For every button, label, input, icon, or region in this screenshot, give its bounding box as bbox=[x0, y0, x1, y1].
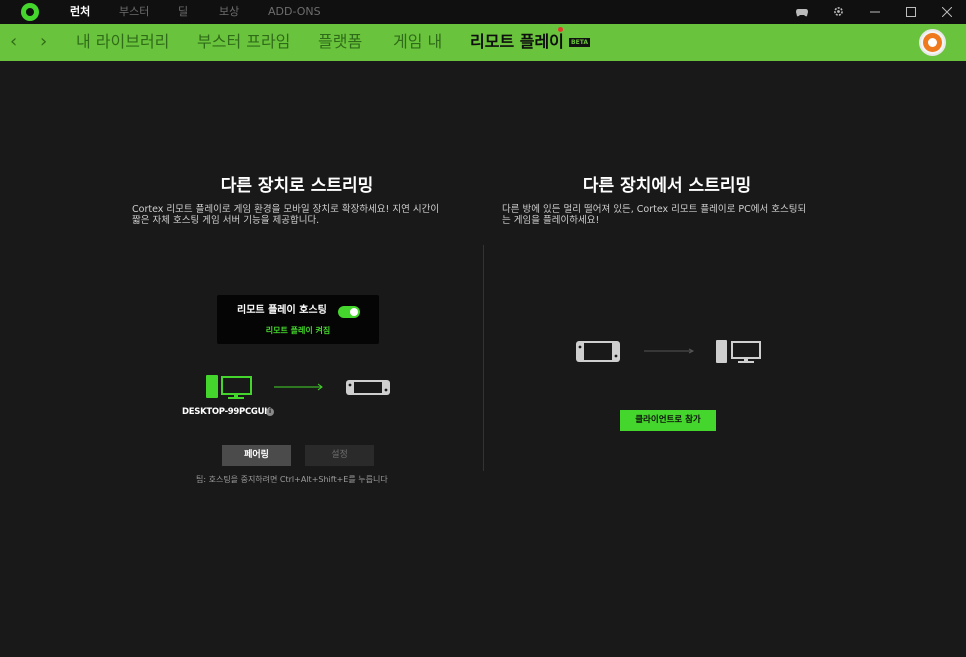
join-as-client-button[interactable]: 클라이언트로 참가 bbox=[620, 410, 716, 431]
hosting-tip: 팁: 호스팅을 중지하려면 Ctrl+Alt+Shift+E를 누릅니다 bbox=[196, 475, 388, 484]
hosting-status: 리모트 플레이 켜짐 bbox=[265, 326, 331, 335]
settings-button[interactable]: 설정 bbox=[305, 445, 374, 466]
tab-rewards[interactable]: 보상 bbox=[219, 5, 239, 19]
nav-booster-prime[interactable]: 부스터 프라임 bbox=[197, 32, 290, 52]
gamepad-icon[interactable] bbox=[794, 5, 810, 19]
hosting-toggle[interactable] bbox=[338, 306, 360, 318]
stream-to-device-description: Cortex 리모트 플레이로 게임 환경을 모바일 장치로 확장하세요! 지연… bbox=[132, 204, 440, 226]
minimize-icon[interactable] bbox=[867, 5, 883, 19]
nav-my-library[interactable]: 내 라이브러리 bbox=[76, 32, 169, 52]
stream-from-device-title: 다른 장치에서 스트리밍 bbox=[582, 176, 752, 196]
tab-addons[interactable]: ADD-ONS bbox=[268, 5, 321, 19]
arrow-right-icon bbox=[644, 348, 695, 354]
info-icon[interactable]: i bbox=[266, 408, 274, 416]
stream-to-device-title: 다른 장치로 스트리밍 bbox=[220, 176, 374, 196]
beta-badge: BETA bbox=[569, 38, 590, 47]
stream-from-device-description: 다른 방에 있든 멀리 떨어져 있든, Cortex 리모트 플레이로 PC에서… bbox=[502, 204, 807, 226]
remote-play-nav-bar: ‹ › 내 라이브러리 부스터 프라임 플랫폼 게임 내 리모트 플레이 bbox=[0, 24, 966, 61]
handheld-icon bbox=[576, 341, 620, 362]
pc-green-icon bbox=[206, 375, 252, 399]
nav-remote-play[interactable]: 리모트 플레이 bbox=[470, 32, 564, 52]
forward-arrow-icon[interactable]: › bbox=[40, 32, 47, 52]
panel-divider bbox=[483, 245, 484, 471]
back-arrow-icon[interactable]: ‹ bbox=[10, 32, 17, 52]
user-avatar[interactable] bbox=[919, 29, 946, 56]
title-bar: 런처 부스터 딜 보상 ADD-ONS bbox=[0, 0, 966, 24]
hosting-label: 리모트 플레이 호스팅 bbox=[237, 305, 327, 316]
pc-to-handheld-illustration bbox=[206, 375, 390, 399]
device-name: DESKTOP-99PCGUK bbox=[182, 407, 271, 417]
cortex-logo-icon[interactable] bbox=[21, 3, 39, 21]
tab-deals[interactable]: 딜 bbox=[178, 5, 188, 19]
pair-button[interactable]: 페어링 bbox=[222, 445, 291, 466]
nav-platform[interactable]: 플랫폼 bbox=[318, 32, 362, 52]
close-icon[interactable] bbox=[939, 5, 955, 19]
tab-booster[interactable]: 부스터 bbox=[119, 5, 149, 19]
notification-dot bbox=[558, 27, 563, 32]
arrow-right-icon bbox=[274, 383, 323, 391]
nav-in-game[interactable]: 게임 내 bbox=[393, 32, 442, 52]
tab-launcher[interactable]: 런처 bbox=[70, 5, 90, 19]
settings-icon[interactable] bbox=[831, 5, 847, 19]
maximize-icon[interactable] bbox=[903, 5, 919, 19]
remote-play-hosting-card: 리모트 플레이 호스팅 리모트 플레이 켜짐 bbox=[217, 295, 379, 344]
handheld-gray-icon bbox=[346, 380, 390, 395]
pc-icon bbox=[716, 340, 761, 363]
handheld-to-pc-illustration bbox=[576, 340, 761, 363]
